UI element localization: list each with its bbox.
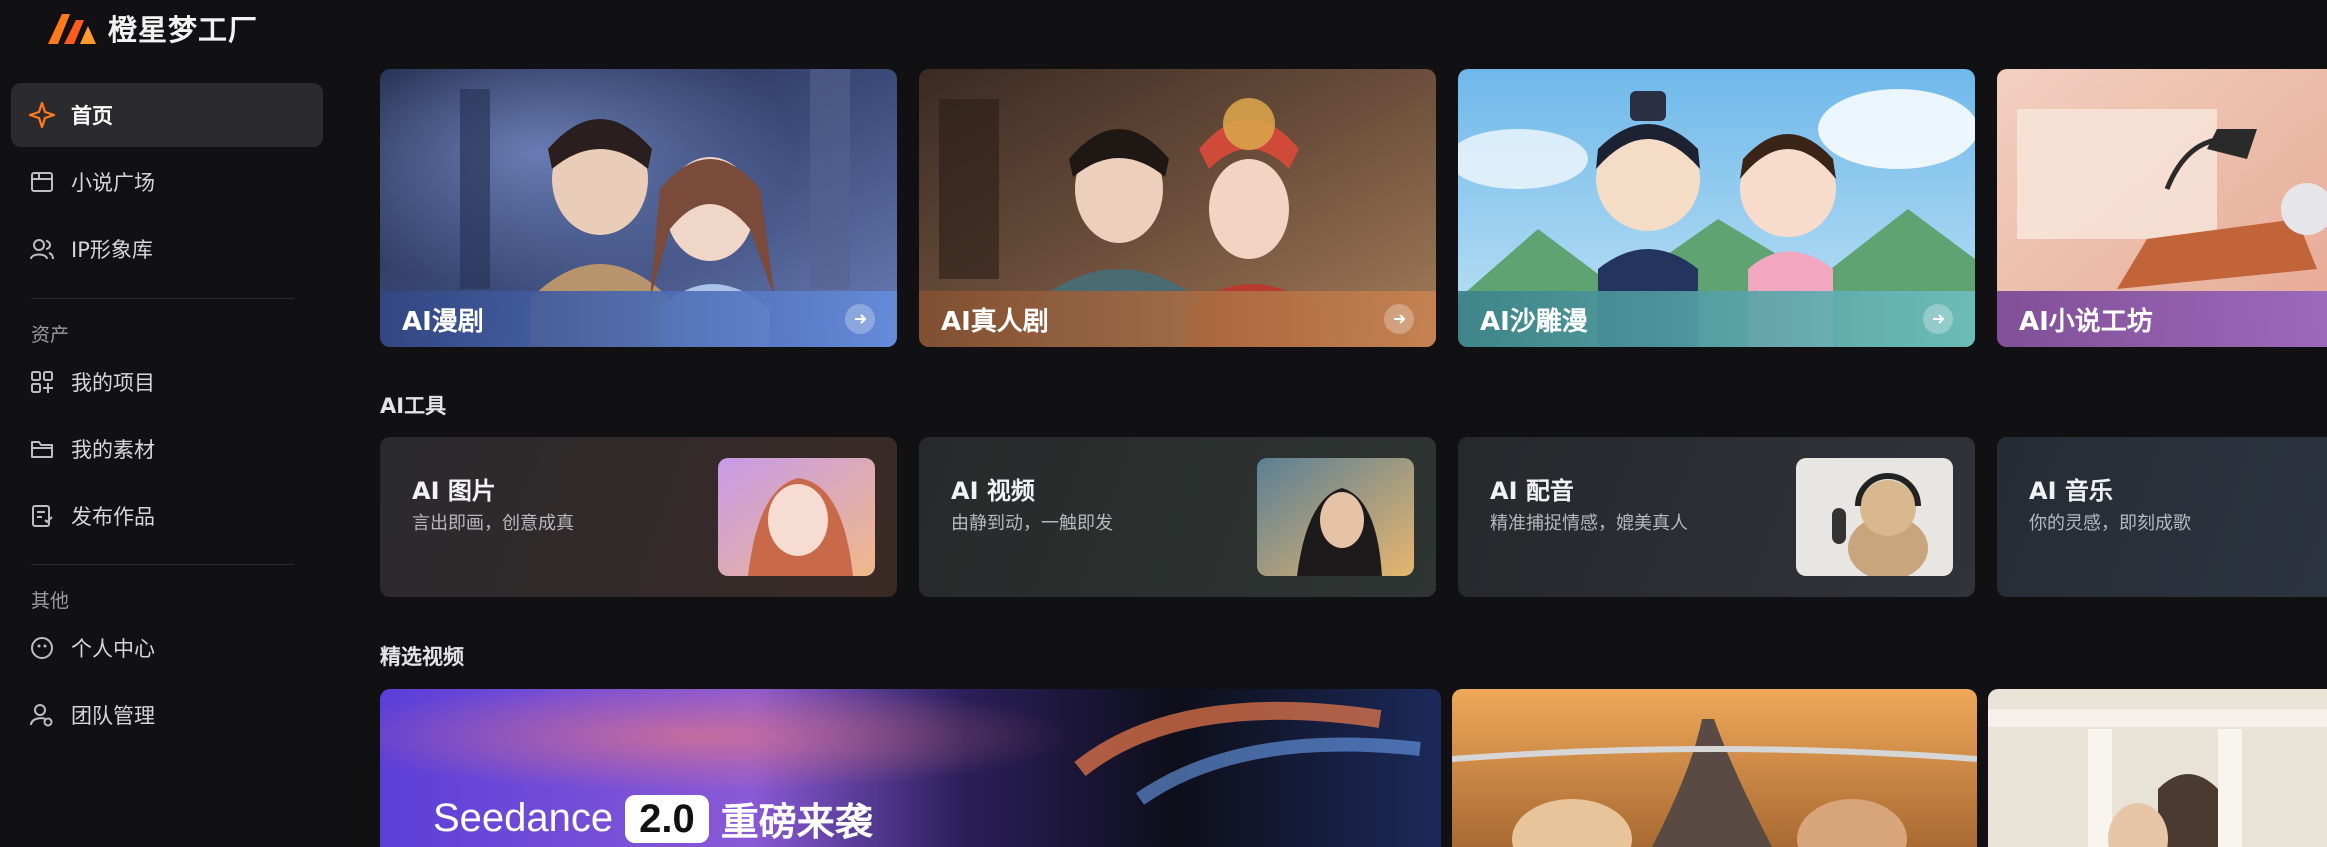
tool-name: AI 视频 <box>951 477 1035 505</box>
tool-thumbnail <box>718 458 875 576</box>
hero-title: AI沙雕漫 <box>1480 306 1588 337</box>
hero-card-ai-live-drama[interactable]: AI真人剧 <box>919 69 1436 347</box>
sidebar-item-label: 个人中心 <box>71 637 155 661</box>
section-title-ai-tools: AI工具 <box>380 394 447 418</box>
section-label-assets: 资产 <box>31 324 70 346</box>
sidebar-item-my-materials[interactable]: 我的素材 <box>11 417 323 481</box>
sidebar-divider <box>31 298 294 299</box>
tool-card-ai-video[interactable]: AI 视频 由静到动，一触即发 <box>919 437 1436 597</box>
tool-card-ai-dubbing[interactable]: AI 配音 精准捕捉情感，媲美真人 <box>1458 437 1975 597</box>
tool-thumbnail <box>1257 458 1414 576</box>
section-label-other: 其他 <box>31 590 70 612</box>
face-icon <box>27 633 57 663</box>
video-thumbnail <box>1452 689 1977 847</box>
sidebar-item-label: 团队管理 <box>71 704 155 728</box>
tool-name: AI 图片 <box>412 477 496 505</box>
sidebar: 橙星梦工厂 首页 小说广场 IP形象库 资产 我的项目 我的素材 发布作品 其他… <box>0 0 330 847</box>
sidebar-item-label: 首页 <box>71 104 113 128</box>
video-thumbnail <box>1988 689 2327 847</box>
sparkle-icon <box>27 100 57 130</box>
team-icon <box>27 700 57 730</box>
grid-icon <box>27 367 57 397</box>
sidebar-item-label: 小说广场 <box>71 171 155 195</box>
hero-bar: AI漫剧 <box>380 291 897 347</box>
hero-title: AI真人剧 <box>941 306 1049 337</box>
hero-card-ai-novel-workshop[interactable]: AI小说工坊 <box>1997 69 2327 347</box>
sidebar-item-home[interactable]: 首页 <box>11 83 323 147</box>
app-logo[interactable]: 橙星梦工厂 <box>44 8 258 48</box>
section-title-featured-videos: 精选视频 <box>380 645 464 669</box>
book-icon <box>27 167 57 197</box>
sidebar-item-profile[interactable]: 个人中心 <box>11 616 323 680</box>
app-name: 橙星梦工厂 <box>108 13 259 47</box>
sidebar-item-label: 我的素材 <box>71 438 155 462</box>
tool-desc: 言出即画，创意成真 <box>412 513 574 534</box>
video-card-mansion[interactable] <box>1988 689 2327 847</box>
sidebar-item-label: IP形象库 <box>71 238 153 262</box>
tool-desc: 你的灵感，即刻成歌 <box>2029 513 2191 534</box>
hero-card-ai-funny-comic[interactable]: AI沙雕漫 <box>1458 69 1975 347</box>
sidebar-divider <box>31 564 294 565</box>
sidebar-item-label: 我的项目 <box>71 371 155 395</box>
tool-card-ai-image[interactable]: AI 图片 言出即画，创意成真 <box>380 437 897 597</box>
featured-banner: Seedance 2.0 重磅来袭 <box>433 791 873 846</box>
tool-name: AI 配音 <box>1490 477 1574 505</box>
logo-icon <box>48 14 96 44</box>
featured-version: 2.0 <box>625 794 709 843</box>
hero-bar: AI真人剧 <box>919 291 1436 347</box>
tool-desc: 精准捕捉情感，媲美真人 <box>1490 513 1688 534</box>
hero-bar: AI沙雕漫 <box>1458 291 1975 347</box>
arrow-right-icon[interactable] <box>1923 304 1953 334</box>
sidebar-item-publish[interactable]: 发布作品 <box>11 484 323 548</box>
hero-bar: AI小说工坊 <box>1997 291 2327 347</box>
publish-icon <box>27 501 57 531</box>
arrow-right-icon[interactable] <box>1384 304 1414 334</box>
hero-title: AI漫剧 <box>402 306 484 337</box>
users-icon <box>27 234 57 264</box>
folder-icon <box>27 434 57 464</box>
video-card-seedance[interactable]: Seedance 2.0 重磅来袭 <box>380 689 1441 847</box>
arrow-right-icon[interactable] <box>845 304 875 334</box>
tool-desc: 由静到动，一触即发 <box>951 513 1113 534</box>
sidebar-item-my-projects[interactable]: 我的项目 <box>11 350 323 414</box>
sidebar-item-team[interactable]: 团队管理 <box>11 683 323 747</box>
tool-thumbnail <box>1796 458 1953 576</box>
hero-card-ai-comic[interactable]: AI漫剧 <box>380 69 897 347</box>
tool-name: AI 音乐 <box>2029 477 2113 505</box>
tool-card-ai-music[interactable]: AI 音乐 你的灵感，即刻成歌 <box>1997 437 2327 597</box>
featured-tagline: 重磅来袭 <box>720 800 873 844</box>
hero-title: AI小说工坊 <box>2019 306 2153 337</box>
sidebar-item-label: 发布作品 <box>71 505 155 529</box>
sidebar-item-novels[interactable]: 小说广场 <box>11 150 323 214</box>
main-content: AI漫剧 AI真人剧 AI沙雕漫 AI小说工坊 AI工具 AI 图片 言出即画，… <box>380 0 2327 847</box>
sidebar-item-ip-library[interactable]: IP形象库 <box>11 217 323 281</box>
featured-word: Seedance <box>433 796 614 840</box>
video-card-road-trip[interactable] <box>1452 689 1977 847</box>
